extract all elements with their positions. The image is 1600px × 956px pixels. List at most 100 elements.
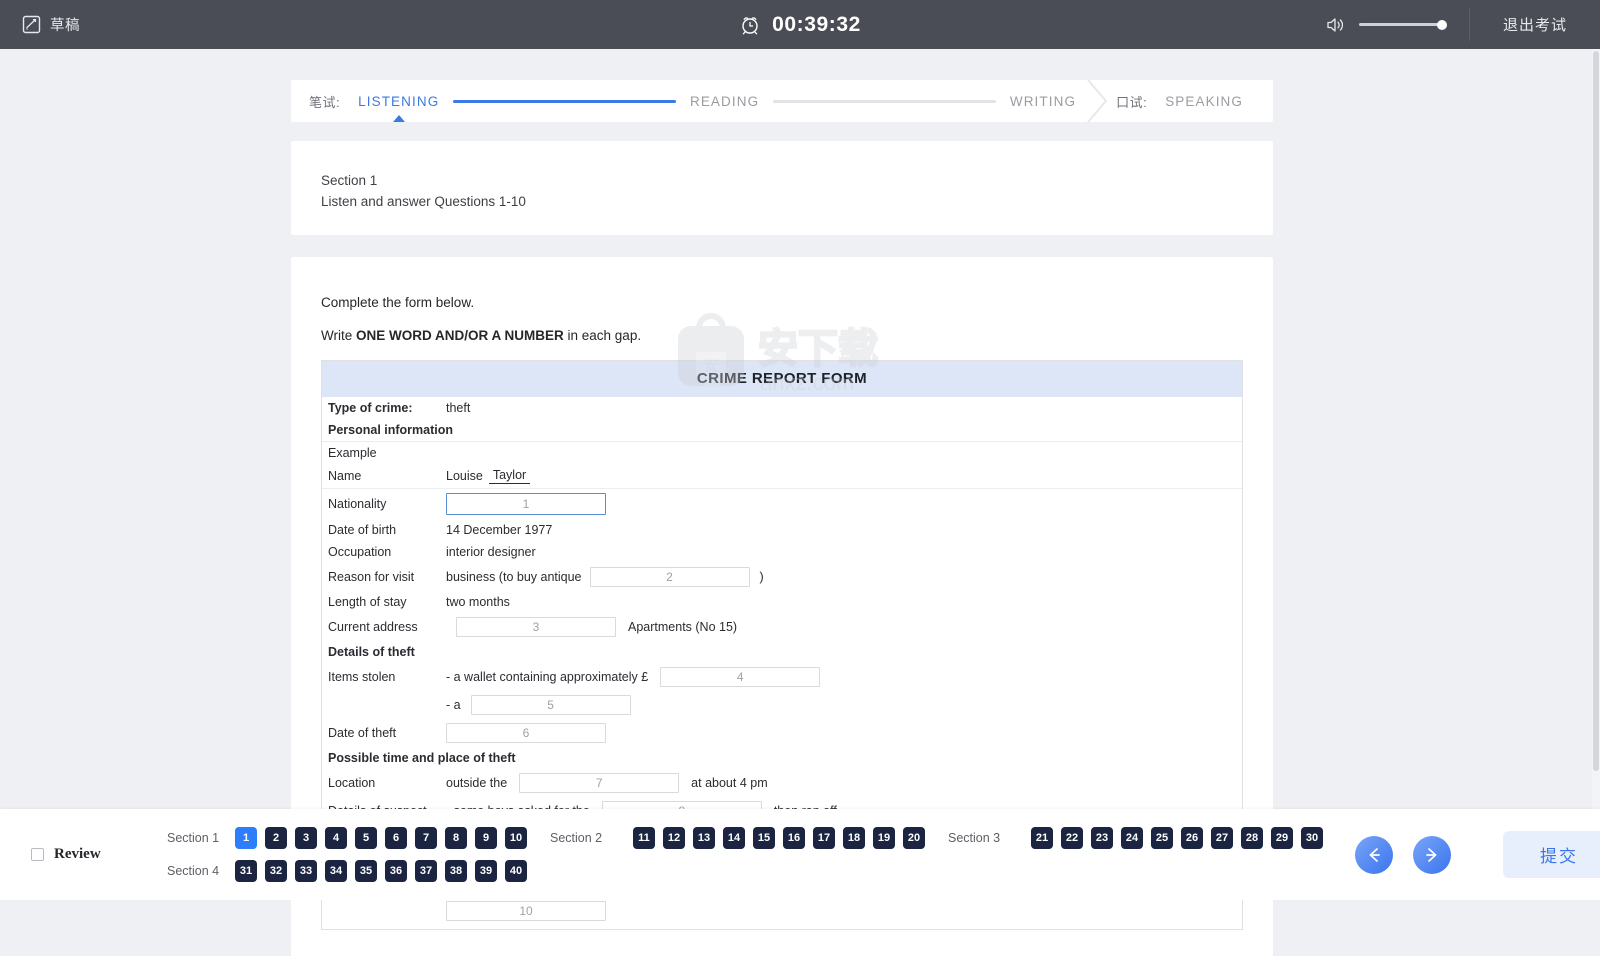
- question-button-10[interactable]: 10: [505, 827, 527, 849]
- volume-icon[interactable]: [1326, 16, 1346, 34]
- question-button-33[interactable]: 33: [295, 860, 317, 882]
- question-button-37[interactable]: 37: [415, 860, 437, 882]
- question-button-26[interactable]: 26: [1181, 827, 1203, 849]
- exit-exam-button[interactable]: 退出考试: [1470, 0, 1600, 49]
- qnav-section-3-label: Section 3: [948, 831, 1001, 845]
- page-body: 笔试: LISTENING READING WRITING 口试: SPEAKI…: [0, 49, 1600, 956]
- question-button-7[interactable]: 7: [415, 827, 437, 849]
- question-button-28[interactable]: 28: [1241, 827, 1263, 849]
- question-button-4[interactable]: 4: [325, 827, 347, 849]
- next-question-button[interactable]: [1413, 835, 1451, 874]
- bottom-navigation-bar: Review Section 1 1 2 3 4 5 6 7 8 9 10 Se…: [0, 809, 1600, 900]
- answer-gap-4[interactable]: 4: [660, 667, 821, 687]
- question-button-35[interactable]: 35: [355, 860, 377, 882]
- volume-slider-knob[interactable]: [1436, 19, 1447, 30]
- question-button-32[interactable]: 32: [265, 860, 287, 882]
- row-label: Example: [328, 446, 377, 460]
- qnav-section-2-label: Section 2: [550, 831, 603, 845]
- question-button-13[interactable]: 13: [693, 827, 715, 849]
- submit-button[interactable]: 提交: [1503, 831, 1600, 878]
- question-button-23[interactable]: 23: [1091, 827, 1113, 849]
- volume-control[interactable]: [1326, 8, 1470, 41]
- top-bar: 草稿 00:39:32 退出考试: [0, 0, 1600, 49]
- question-button-1[interactable]: 1: [235, 827, 257, 849]
- row-value-suffix: ): [759, 570, 764, 584]
- stage-speaking[interactable]: SPEAKING: [1165, 94, 1243, 109]
- question-button-19[interactable]: 19: [873, 827, 895, 849]
- prev-next-controls: [1331, 835, 1475, 874]
- question-button-5[interactable]: 5: [355, 827, 377, 849]
- question-navigator-row-top: Section 1 1 2 3 4 5 6 7 8 9 10 Section 2…: [167, 823, 1331, 854]
- arrow-right-icon: [1422, 845, 1442, 865]
- question-button-31[interactable]: 31: [235, 860, 257, 882]
- row-label: Current address: [328, 620, 418, 634]
- question-button-15[interactable]: 15: [753, 827, 775, 849]
- section-title: Section 1: [321, 173, 378, 188]
- question-button-2[interactable]: 2: [265, 827, 287, 849]
- question-button-24[interactable]: 24: [1121, 827, 1143, 849]
- answer-gap-10[interactable]: 10: [446, 901, 606, 921]
- question-button-21[interactable]: 21: [1031, 827, 1053, 849]
- question-button-9[interactable]: 9: [475, 827, 497, 849]
- stage-listening[interactable]: LISTENING: [358, 94, 439, 109]
- review-toggle[interactable]: Review: [0, 846, 148, 863]
- stage-reading[interactable]: READING: [690, 94, 759, 109]
- section-instruction: Listen and answer Questions 1-10: [321, 194, 526, 209]
- answer-gap-6[interactable]: 6: [446, 723, 606, 743]
- answer-gap-1[interactable]: 1: [446, 493, 606, 515]
- stage-writing[interactable]: WRITING: [1010, 94, 1076, 109]
- previous-question-button[interactable]: [1355, 835, 1393, 874]
- question-button-30[interactable]: 30: [1301, 827, 1323, 849]
- question-button-38[interactable]: 38: [445, 860, 467, 882]
- question-button-22[interactable]: 22: [1061, 827, 1083, 849]
- question-button-29[interactable]: 29: [1271, 827, 1293, 849]
- question-button-12[interactable]: 12: [663, 827, 685, 849]
- answer-gap-7[interactable]: 7: [519, 773, 680, 793]
- exam-stage-bar: 笔试: LISTENING READING WRITING 口试: SPEAKI…: [291, 80, 1273, 122]
- answer-gap-5[interactable]: 5: [470, 695, 631, 715]
- row-label: Items stolen: [328, 670, 396, 684]
- question-button-36[interactable]: 36: [385, 860, 407, 882]
- form-row-example: Example: [322, 441, 1242, 464]
- row-value-prefix: - a wallet containing approximately £: [446, 670, 649, 684]
- row-label: Location: [328, 776, 376, 790]
- form-row-occupation: Occupation interior designer: [322, 541, 1242, 563]
- row-value-prefix: - a: [446, 698, 461, 712]
- row-value-suffix: at about 4 pm: [691, 776, 768, 790]
- question-button-3[interactable]: 3: [295, 827, 317, 849]
- row-value: theft: [446, 401, 471, 415]
- row-value: two months: [446, 595, 510, 609]
- question-button-27[interactable]: 27: [1211, 827, 1233, 849]
- stage-progress-reading-writing: [773, 99, 996, 103]
- question-navigator: Section 1 1 2 3 4 5 6 7 8 9 10 Section 2…: [148, 821, 1331, 889]
- qnav-section-1-label: Section 1: [167, 831, 220, 845]
- question-button-18[interactable]: 18: [843, 827, 865, 849]
- question-button-11[interactable]: 11: [633, 827, 655, 849]
- page-scrollbar[interactable]: [1592, 49, 1600, 900]
- draft-button[interactable]: 草稿: [22, 14, 80, 35]
- row-label: Date of theft: [328, 726, 397, 740]
- page-scrollbar-thumb[interactable]: [1593, 51, 1599, 771]
- row-value: 14 December 1977: [446, 523, 553, 537]
- question-button-6[interactable]: 6: [385, 827, 407, 849]
- question-button-39[interactable]: 39: [475, 860, 497, 882]
- review-checkbox[interactable]: [31, 848, 44, 861]
- form-row-length-of-stay: Length of stay two months: [322, 591, 1242, 613]
- question-button-34[interactable]: 34: [325, 860, 347, 882]
- question-button-16[interactable]: 16: [783, 827, 805, 849]
- question-button-25[interactable]: 25: [1151, 827, 1173, 849]
- row-value-suffix: Apartments (No 15): [628, 620, 738, 634]
- question-button-17[interactable]: 17: [813, 827, 835, 849]
- answer-gap-3[interactable]: 3: [456, 617, 616, 637]
- question-button-40[interactable]: 40: [505, 860, 527, 882]
- answer-gap-2[interactable]: 2: [589, 567, 750, 587]
- arrow-left-icon: [1364, 845, 1384, 865]
- form-row-location: Location outside the 7 at about 4 pm: [322, 769, 1242, 797]
- volume-slider[interactable]: [1358, 19, 1447, 30]
- form-row-items-stolen-second: - a 5: [322, 691, 1242, 719]
- row-label: Nationality: [328, 497, 387, 511]
- row-label: Personal information: [328, 423, 454, 437]
- question-button-14[interactable]: 14: [723, 827, 745, 849]
- question-button-20[interactable]: 20: [903, 827, 925, 849]
- question-button-8[interactable]: 8: [445, 827, 467, 849]
